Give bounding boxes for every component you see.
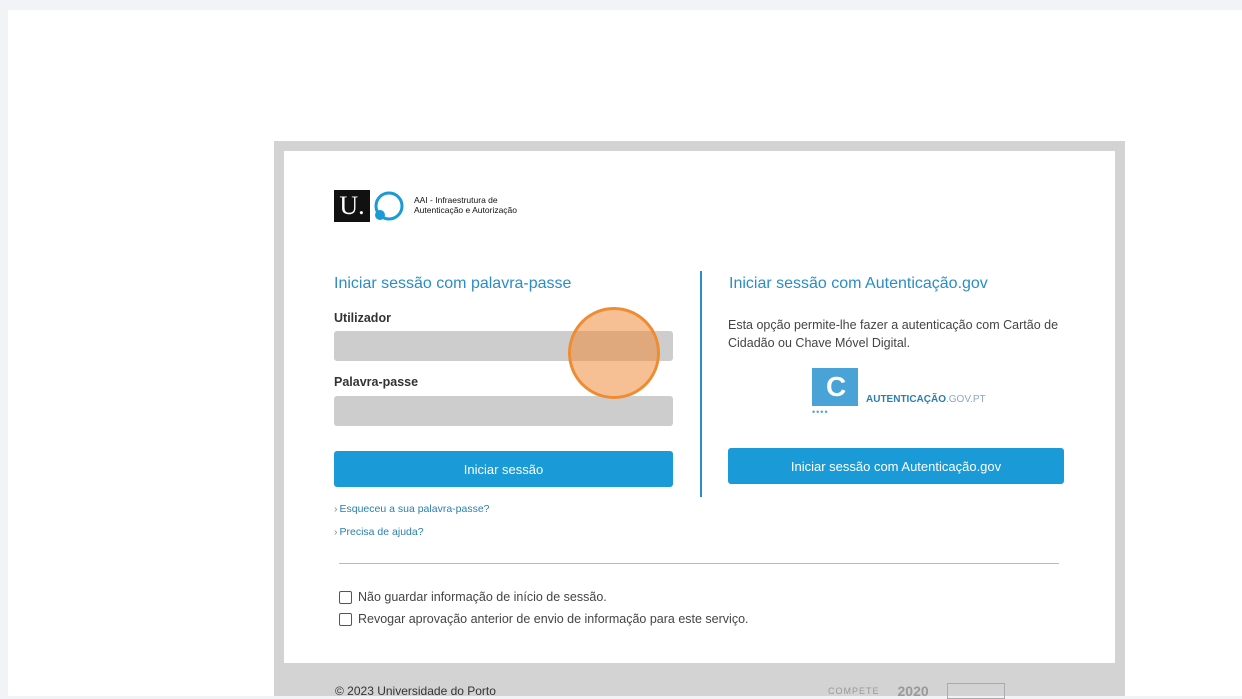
username-input[interactable]	[334, 331, 673, 361]
username-label: Utilizador	[334, 311, 391, 325]
portugal-2020-logo: 2020	[897, 683, 929, 699]
chevron-right-icon: ›	[334, 526, 338, 538]
logo-circle-icon	[374, 191, 404, 221]
revoke-label: Revogar aprovação anterior de envio de i…	[358, 612, 749, 626]
autenticacao-gov-logo: C •••• AUTENTICAÇÃO.GOV.PT	[812, 368, 992, 417]
aai-logo: U. AAI - Infraestrutura de Autenticação …	[334, 190, 574, 222]
gov-login-title: Iniciar sessão com Autenticação.gov	[729, 275, 988, 292]
revoke-option[interactable]: Revogar aprovação anterior de envio de i…	[339, 612, 749, 626]
no-save-option[interactable]: Não guardar informação de início de sess…	[339, 590, 607, 604]
logo-line-1: AAI - Infraestrutura de	[414, 195, 498, 205]
footer-logos: COMPETE 2020	[828, 683, 1005, 699]
gov-logo-dots: ••••	[812, 407, 829, 417]
login-button[interactable]: Iniciar sessão	[334, 451, 673, 487]
gov-logo-c-icon: C	[826, 371, 847, 402]
gov-login-button[interactable]: Iniciar sessão com Autenticação.gov	[728, 448, 1064, 484]
no-save-checkbox[interactable]	[339, 590, 352, 604]
logo-line-2: Autenticação e Autorização	[414, 205, 518, 215]
gov-logo-text: AUTENTICAÇÃO.GOV.PT	[866, 394, 986, 405]
eu-logo	[946, 683, 1005, 699]
chevron-right-icon: ›	[334, 503, 338, 515]
gov-logo-text-light: .GOV.PT	[946, 394, 986, 405]
gov-logo-text-bold: AUTENTICAÇÃO	[866, 394, 946, 405]
revoke-checkbox[interactable]	[339, 612, 352, 626]
help-link[interactable]: › Precisa de ajuda?	[334, 526, 424, 538]
gov-logo-square: C	[812, 368, 858, 406]
forgot-password-text: Esqueceu a sua palavra-passe?	[339, 503, 490, 515]
forgot-password-link[interactable]: › Esqueceu a sua palavra-passe?	[334, 503, 490, 515]
password-login-title: Iniciar sessão com palavra-passe	[334, 275, 572, 292]
no-save-label: Não guardar informação de início de sess…	[358, 590, 607, 604]
options-divider	[339, 563, 1059, 564]
logo-text: AAI - Infraestrutura de Autenticação e A…	[414, 195, 517, 215]
password-input[interactable]	[334, 396, 673, 426]
up-logo-mark: U.	[334, 190, 370, 222]
help-text: Precisa de ajuda?	[339, 526, 424, 538]
column-divider	[700, 271, 702, 497]
compete-logo: COMPETE	[828, 686, 880, 696]
gov-login-description: Esta opção permite-lhe fazer a autentica…	[728, 318, 1059, 350]
password-label: Palavra-passe	[334, 375, 419, 389]
